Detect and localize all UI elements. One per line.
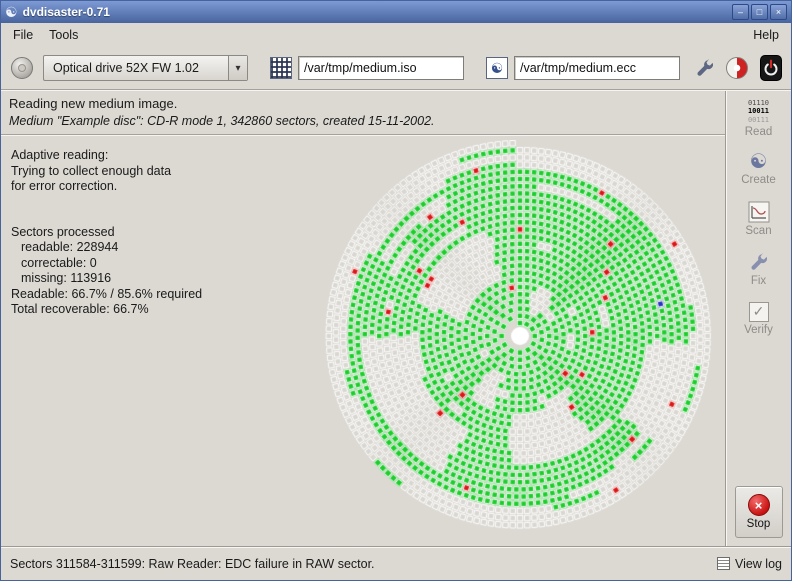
status-header: Reading new medium image. Medium "Exampl… (1, 91, 725, 135)
power-icon (761, 58, 781, 78)
toolbar: Optical drive 52X FW 1.02 ▾ ☯ (1, 47, 791, 90)
iso-file-icon (270, 57, 292, 79)
mode-desc-1: Trying to collect enough data (11, 164, 202, 180)
fix-button[interactable]: Fix (730, 245, 788, 292)
status-line: Reading new medium image. (9, 96, 717, 111)
preferences-button[interactable] (692, 55, 718, 81)
reading-area: Adaptive reading: Trying to collect enou… (1, 136, 725, 546)
stop-button[interactable]: × Stop (735, 486, 783, 538)
ecc-file-icon: ☯ (486, 57, 508, 79)
drive-status-icon-inner (18, 64, 26, 72)
about-disc-button[interactable] (724, 55, 750, 81)
info-spacer (11, 195, 202, 225)
binary-row: 00111 (748, 116, 769, 124)
log-icon (717, 557, 730, 570)
iso-path-input[interactable] (298, 56, 464, 80)
drive-select[interactable]: Optical drive 52X FW 1.02 ▾ (43, 55, 248, 81)
minimize-button[interactable]: – (732, 4, 749, 20)
close-button[interactable]: × (770, 4, 787, 20)
chart-icon (748, 201, 770, 223)
yin-yang-icon: ☯ (750, 152, 768, 172)
mode-title: Adaptive reading: (11, 148, 202, 164)
stop-icon: × (748, 494, 770, 516)
sectors-readable: readable: 228944 (11, 240, 202, 256)
menu-file[interactable]: File (5, 25, 41, 45)
statusbar: Sectors 311584-311599: Raw Reader: EDC f… (1, 546, 791, 580)
wrench-icon (694, 57, 716, 79)
stop-label: Stop (747, 518, 771, 530)
ecc-path-input[interactable] (514, 56, 680, 80)
read-button[interactable]: 01110 10011 00111 Read (730, 95, 788, 142)
action-sidebar: 01110 10011 00111 Read ☯ Create Scan (725, 91, 791, 546)
sectors-missing: missing: 113916 (11, 271, 202, 287)
binary-row: 01110 (748, 99, 769, 107)
main-column: Reading new medium image. Medium "Exampl… (1, 91, 725, 546)
disc-logo-icon (726, 57, 748, 79)
scan-button[interactable]: Scan (730, 195, 788, 242)
chevron-down-icon: ▾ (228, 56, 247, 80)
window-controls: – □ × (732, 4, 787, 20)
scan-label: Scan (745, 225, 771, 237)
drive-select-value: Optical drive 52X FW 1.02 (53, 61, 199, 75)
binary-digits-icon: 01110 10011 00111 (748, 99, 769, 124)
fix-label: Fix (751, 275, 766, 287)
body-row: Reading new medium image. Medium "Exampl… (1, 91, 791, 546)
maximize-button[interactable]: □ (751, 4, 768, 20)
binary-row: 10011 (748, 107, 769, 115)
medium-info-line: Medium "Example disc": CD-R mode 1, 3428… (9, 114, 717, 128)
view-log-label: View log (735, 557, 782, 571)
sectors-correctable: correctable: 0 (11, 256, 202, 272)
app-window: ☯ dvdisaster-0.71 – □ × File Tools Help … (0, 0, 792, 581)
mode-desc-2: for error correction. (11, 179, 202, 195)
status-message: Sectors 311584-311599: Raw Reader: EDC f… (10, 557, 375, 571)
sector-spiral-canvas (324, 140, 716, 532)
read-label: Read (745, 126, 773, 138)
verify-button[interactable]: ✓ Verify (730, 295, 788, 342)
verify-label: Verify (744, 324, 773, 336)
info-panel: Adaptive reading: Trying to collect enou… (11, 148, 202, 318)
quit-button[interactable] (760, 55, 782, 81)
create-button[interactable]: ☯ Create (730, 145, 788, 192)
menubar: File Tools Help (1, 23, 791, 47)
menu-help[interactable]: Help (745, 25, 787, 45)
titlebar[interactable]: ☯ dvdisaster-0.71 – □ × (1, 1, 791, 23)
create-label: Create (741, 174, 776, 186)
window-title: dvdisaster-0.71 (23, 5, 727, 19)
view-log-button[interactable]: View log (717, 557, 782, 571)
window-icon: ☯ (5, 5, 18, 19)
sectors-title: Sectors processed (11, 225, 202, 241)
readable-summary: Readable: 66.7% / 85.6% required (11, 287, 202, 303)
drive-status-icon (11, 57, 33, 79)
wrench-icon (748, 251, 770, 273)
recoverable-summary: Total recoverable: 66.7% (11, 302, 202, 318)
menu-tools[interactable]: Tools (41, 25, 86, 45)
checkmark-icon: ✓ (749, 302, 769, 322)
